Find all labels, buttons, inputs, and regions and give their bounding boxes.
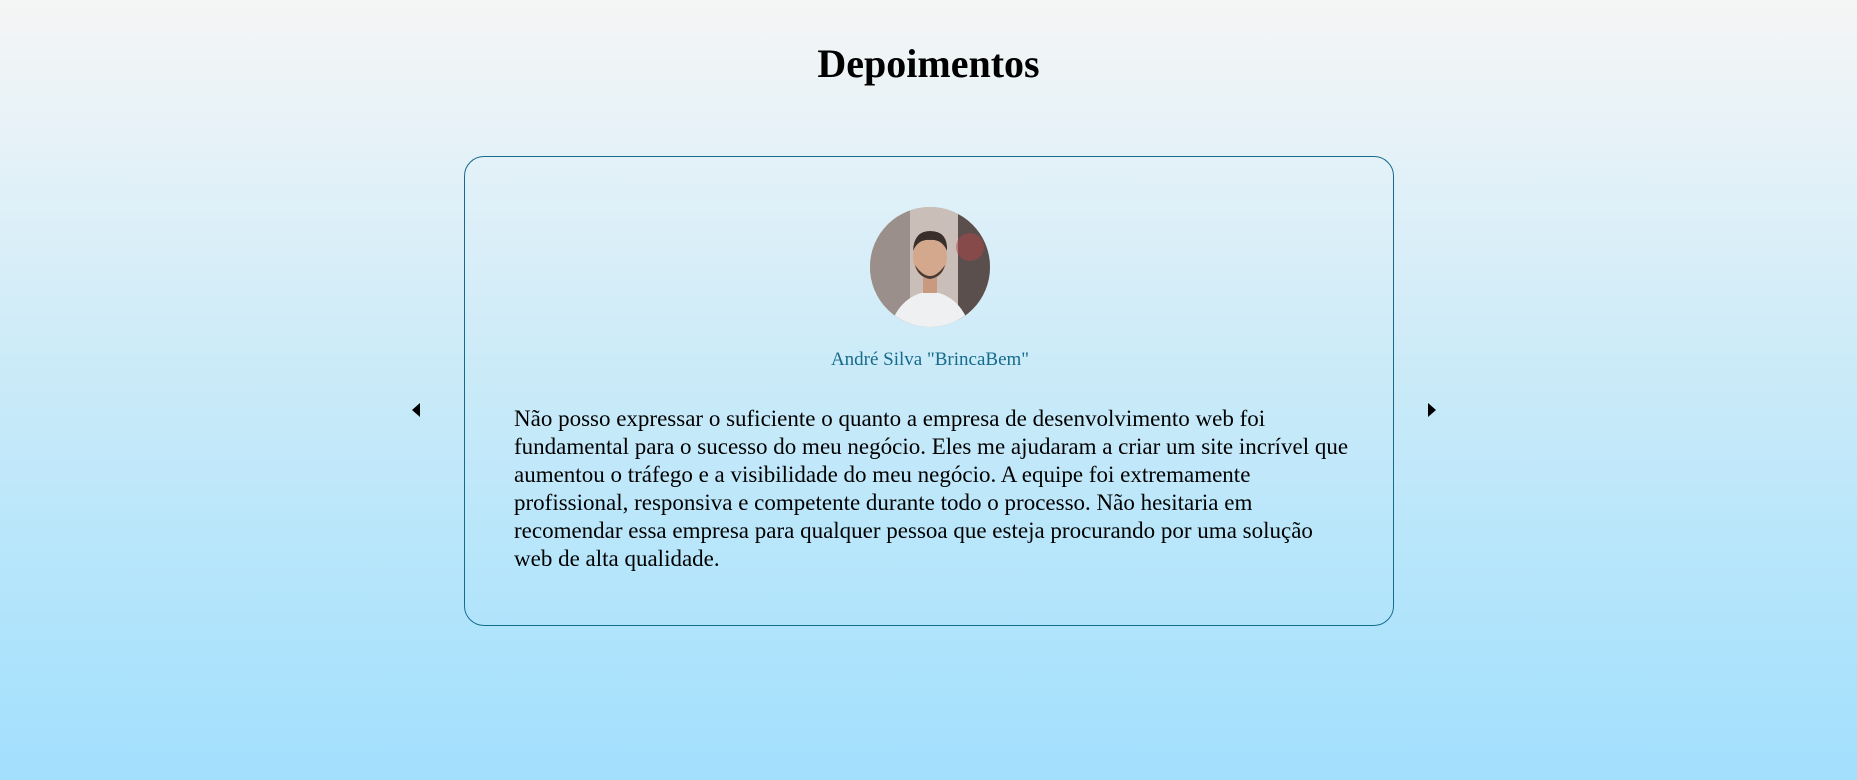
page-title: Depoimentos <box>817 41 1040 86</box>
testimonial-card: André Silva "BrincaBem" Não posso expres… <box>464 156 1394 626</box>
testimonial-quote: Não posso expressar o suficiente o quant… <box>514 406 1349 571</box>
avatar <box>870 207 990 327</box>
next-testimonial-button[interactable] <box>1422 400 1442 420</box>
caret-right-icon <box>1428 403 1436 417</box>
testimonial-author: André Silva "BrincaBem" <box>830 349 1030 370</box>
avatar-photo <box>870 207 990 327</box>
caret-left-icon <box>412 403 420 417</box>
prev-testimonial-button[interactable] <box>406 400 426 420</box>
